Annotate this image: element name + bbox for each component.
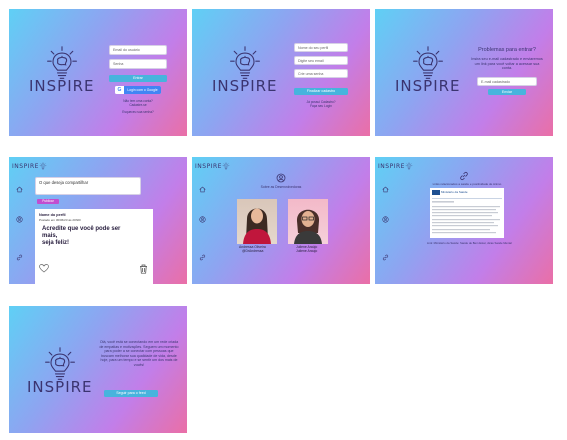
developer-handle-2[interactable]: Juliene Araujo (296, 249, 317, 253)
post-text-line: mais, (42, 233, 58, 239)
link-icon[interactable] (381, 253, 389, 261)
finish-register-button[interactable]: Finalizar cadastro (294, 88, 348, 95)
send-button[interactable]: Enviar (488, 89, 526, 95)
post-date: Postado em 30/06/23 às 20h00 (39, 218, 81, 222)
login-screen: INSPIRE Email do usuário Senha Entrar G … (9, 9, 187, 136)
links-title: Links relacionados a saúde e positividad… (432, 182, 502, 186)
google-icon: G (117, 87, 122, 93)
post-text-line: Acredite que você pode ser (42, 226, 121, 232)
brand-text: INSPIRE (195, 162, 222, 170)
publish-button[interactable]: Publicar (37, 199, 59, 204)
home-icon[interactable] (15, 185, 23, 193)
post-author: Nome do perfil (39, 213, 66, 217)
compose-input[interactable]: O que deseja compartilhar (35, 177, 141, 195)
recover-text: Insira seu e-mail cadastrado e enviaremo… (471, 57, 543, 71)
inspire-logo: INSPIRE (27, 346, 93, 395)
link-icon[interactable] (15, 253, 23, 261)
brand-text: INSPIRE (12, 162, 39, 170)
profile-name-field[interactable]: Nome do seu perfil (294, 43, 348, 52)
links-screen: INSPIRE Links relacionados a saúde e pos… (375, 157, 553, 284)
gov-logo (432, 190, 440, 195)
home-icon[interactable] (381, 185, 389, 193)
link-caption[interactable]: Link: Ministério da Saúde: Saúde de Bem … (427, 241, 512, 245)
recover-email-field[interactable]: E-mail cadastrado (477, 77, 537, 86)
brand-logo: INSPIRE (378, 162, 413, 170)
brand-logo: INSPIRE (195, 162, 230, 170)
profile-icon[interactable] (198, 215, 206, 223)
register-screen: INSPIRE Nome do seu perfil Digite seu em… (192, 9, 370, 136)
brand-text: INSPIRE (378, 162, 405, 170)
password-field[interactable]: Crie uma senha (294, 69, 348, 78)
lightbulb-brain-icon (227, 45, 263, 81)
email-field[interactable]: Email do usuário (109, 45, 167, 55)
lightbulb-brain-icon (222, 162, 230, 170)
home-icon[interactable] (198, 185, 206, 193)
about-screen: INSPIRE Sobre as Desenvolvedoras Andress… (192, 157, 370, 284)
trash-icon[interactable] (139, 264, 148, 274)
developer-photo-2 (288, 199, 328, 244)
link-header-icon (459, 171, 469, 181)
logo-text: INSPIRE (395, 77, 461, 95)
post-text: Acredite que você pode ser mais, seja fe… (42, 226, 120, 247)
google-login-label: Login com o Google (124, 86, 161, 94)
lightbulb-brain-icon (410, 45, 446, 81)
brand-logo: INSPIRE (12, 162, 47, 170)
login-button[interactable]: Entrar (109, 75, 167, 82)
recover-screen: INSPIRE Problemas para entrar? Insira se… (375, 9, 553, 136)
divider (432, 198, 502, 199)
profile-icon[interactable] (381, 215, 389, 223)
email-field[interactable]: Digite seu email (294, 56, 348, 65)
login-link[interactable]: Faça seu Login (296, 104, 346, 108)
welcome-text: Olá, você está se conectando em um rede … (99, 340, 179, 367)
lightbulb-brain-icon (39, 162, 47, 170)
inspire-logo: INSPIRE (395, 45, 461, 94)
lightbulb-brain-icon (44, 45, 80, 81)
logo-text: INSPIRE (29, 77, 95, 95)
forgot-password-link[interactable]: Esqueceu sua senha? (113, 110, 163, 114)
register-link[interactable]: Cadastre-se (113, 103, 163, 107)
user-avatar-icon (276, 173, 286, 183)
article-preview[interactable]: Ministério da Saúde (430, 188, 504, 238)
recover-title: Problemas para entrar? (478, 47, 536, 53)
go-to-feed-button[interactable]: Seguir para o feed (104, 390, 158, 397)
article-header: Ministério da Saúde (441, 190, 468, 194)
inspire-logo: INSPIRE (29, 45, 95, 94)
heart-icon[interactable] (39, 264, 49, 273)
article-text-lines (432, 201, 500, 234)
lightbulb-brain-icon (42, 346, 78, 382)
feed-screen: INSPIRE O que deseja compartilhar Public… (9, 157, 187, 284)
inspire-logo: INSPIRE (212, 45, 278, 94)
logo-text: INSPIRE (27, 378, 93, 396)
profile-icon[interactable] (15, 215, 23, 223)
link-icon[interactable] (198, 253, 206, 261)
welcome-screen: INSPIRE Olá, você está se conectando em … (9, 306, 187, 433)
lightbulb-brain-icon (405, 162, 413, 170)
google-login-button[interactable]: G Login com o Google (115, 86, 161, 94)
logo-text: INSPIRE (212, 77, 278, 95)
about-title: Sobre as Desenvolvedoras (260, 185, 302, 189)
post-card: Nome do perfil Postado em 30/06/23 às 20… (35, 209, 153, 284)
developer-handle-1[interactable]: @DrAndressa (242, 249, 263, 253)
post-text-line: seja feliz! (42, 240, 70, 246)
password-field[interactable]: Senha (109, 59, 167, 69)
developer-photo-1 (237, 199, 277, 244)
